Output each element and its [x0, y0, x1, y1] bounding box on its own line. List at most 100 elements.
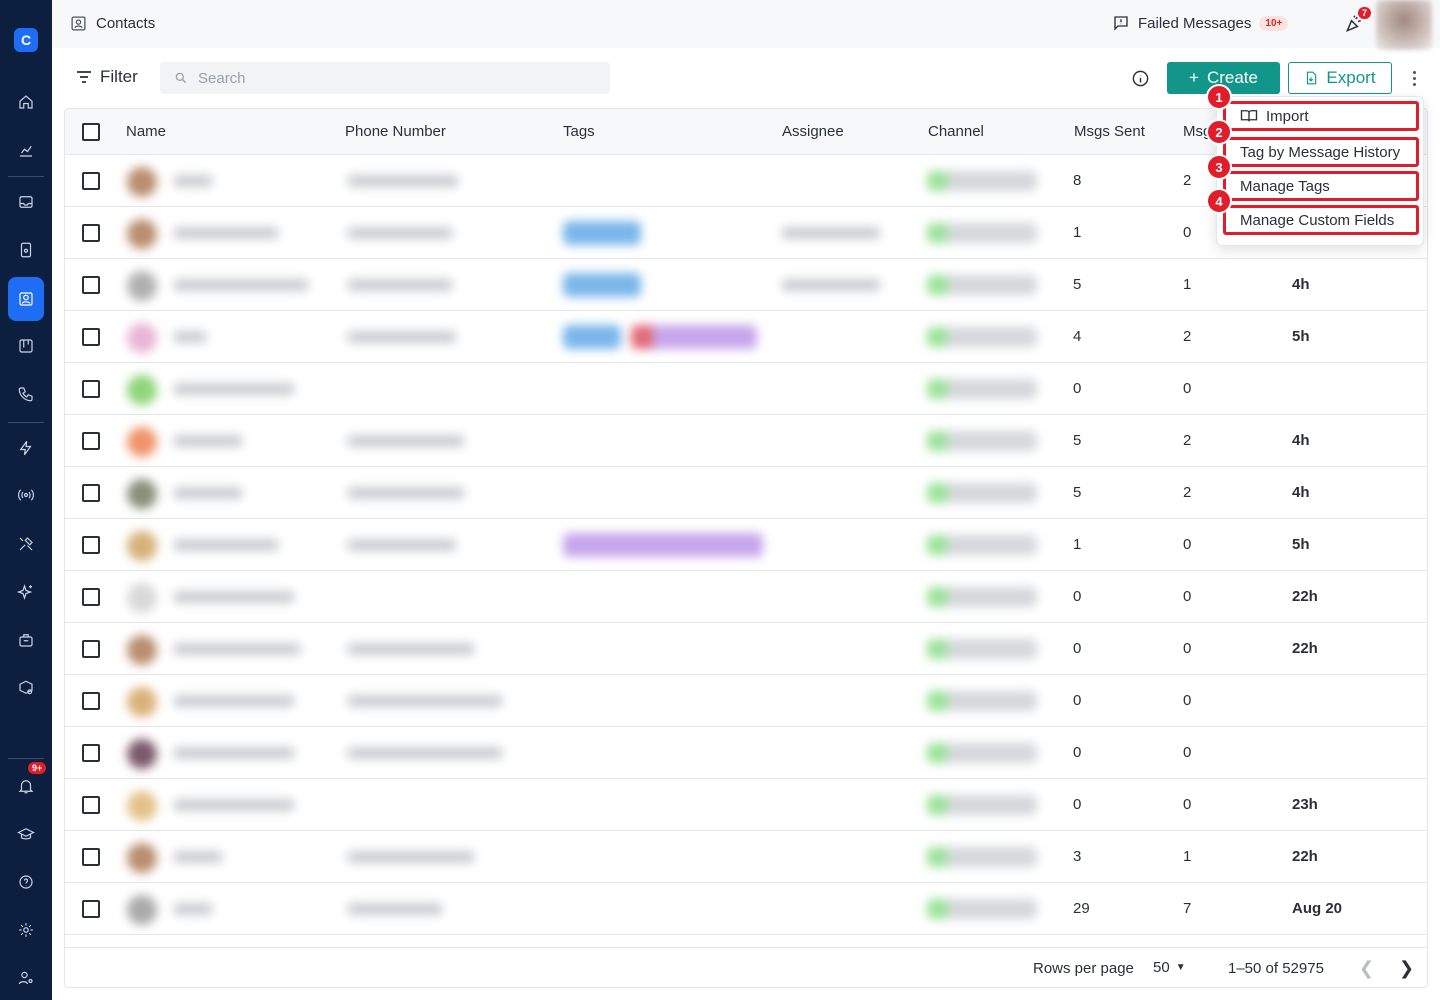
msgs-received: 0: [1183, 380, 1192, 397]
row-checkbox[interactable]: [82, 276, 100, 294]
column-header-tags[interactable]: Tags: [563, 123, 595, 140]
search-input[interactable]: [198, 69, 578, 87]
column-header-channel[interactable]: Channel: [928, 123, 984, 140]
avatar: [127, 531, 157, 561]
user-settings-icon[interactable]: [8, 960, 44, 996]
tools-icon[interactable]: [8, 526, 44, 562]
avatar: [127, 687, 157, 717]
last-activity: 5h: [1292, 536, 1310, 553]
row-checkbox[interactable]: [82, 640, 100, 658]
graduation-icon[interactable]: [8, 816, 44, 852]
export-button[interactable]: Export: [1288, 62, 1392, 94]
table-row[interactable]: 5 1 4h: [65, 259, 1427, 311]
annotation-number: 4: [1206, 188, 1232, 214]
table-row[interactable]: 0 0 22h: [65, 623, 1427, 675]
row-checkbox[interactable]: [82, 224, 100, 242]
home-icon[interactable]: [8, 84, 44, 120]
row-checkbox[interactable]: [82, 172, 100, 190]
avatar: [127, 427, 157, 457]
column-header-name[interactable]: Name: [126, 123, 166, 140]
contact-name-redacted: [173, 175, 213, 187]
sparkle-icon[interactable]: [8, 574, 44, 610]
row-checkbox[interactable]: [82, 848, 100, 866]
menu-item-import[interactable]: Import: [1223, 101, 1419, 131]
avatar: [127, 583, 157, 613]
channel-redacted: [927, 899, 1037, 919]
table-row[interactable]: 5 2 4h: [65, 415, 1427, 467]
table-row[interactable]: 0 0: [65, 363, 1427, 415]
phone-icon[interactable]: [8, 376, 44, 412]
help-icon[interactable]: [8, 864, 44, 900]
row-checkbox[interactable]: [82, 796, 100, 814]
row-checkbox[interactable]: [82, 328, 100, 346]
msgs-received: 2: [1183, 328, 1192, 345]
contacts-icon[interactable]: [8, 277, 44, 321]
info-icon[interactable]: [1131, 69, 1150, 88]
last-activity: 4h: [1292, 484, 1310, 501]
menu-item-manage-custom-fields[interactable]: Manage Custom Fields: [1223, 205, 1419, 235]
table-row[interactable]: 3 1 22h: [65, 831, 1427, 883]
row-checkbox[interactable]: [82, 900, 100, 918]
row-checkbox[interactable]: [82, 380, 100, 398]
board-icon[interactable]: [8, 328, 44, 364]
row-checkbox[interactable]: [82, 484, 100, 502]
bell-icon[interactable]: 9+: [8, 762, 47, 804]
msgs-received: 2: [1183, 484, 1192, 501]
phone-redacted: [347, 643, 475, 655]
menu-item-tag-by-message-history[interactable]: Tag by Message History: [1223, 137, 1419, 167]
search-box[interactable]: [160, 62, 610, 94]
msgs-received: 0: [1183, 588, 1192, 605]
msgs-sent: 29: [1073, 900, 1090, 917]
select-all-checkbox[interactable]: [82, 123, 100, 141]
broadcast-icon[interactable]: [8, 477, 44, 513]
row-checkbox[interactable]: [82, 744, 100, 762]
rows-per-page-value: 50: [1153, 959, 1170, 976]
table-row[interactable]: 5 2 4h: [65, 467, 1427, 519]
analytics-icon[interactable]: [8, 132, 44, 168]
table-row[interactable]: 0 0 23h: [65, 779, 1427, 831]
contact-name-redacted: [173, 487, 243, 499]
channel-redacted: [927, 171, 1037, 191]
tag-redacted: [631, 325, 757, 349]
annotation-number: 3: [1206, 154, 1232, 180]
more-options-icon[interactable]: [1406, 66, 1422, 90]
menu-item-manage-tags[interactable]: Manage Tags: [1223, 171, 1419, 201]
settings-icon[interactable]: [8, 912, 44, 948]
row-checkbox[interactable]: [82, 692, 100, 710]
table-row[interactable]: 0 0: [65, 675, 1427, 727]
contact-name-redacted: [173, 851, 223, 863]
msgs-received: 0: [1183, 536, 1192, 553]
package-settings-icon[interactable]: [8, 670, 44, 706]
phone-redacted: [347, 227, 453, 239]
device-icon[interactable]: [8, 232, 44, 268]
inbox-icon[interactable]: [8, 184, 44, 220]
column-header-phone[interactable]: Phone Number: [345, 123, 446, 140]
msgs-sent: 1: [1073, 224, 1082, 241]
table-row[interactable]: 29 7 Aug 20: [65, 883, 1427, 935]
row-checkbox[interactable]: [82, 432, 100, 450]
filter-button[interactable]: Filter: [76, 67, 138, 87]
lightning-icon[interactable]: [8, 430, 44, 466]
phone-redacted: [347, 903, 443, 915]
announcement-badge: 7: [1358, 7, 1372, 19]
column-header-assignee[interactable]: Assignee: [782, 123, 844, 140]
row-checkbox[interactable]: [82, 536, 100, 554]
briefcase-icon[interactable]: [8, 622, 44, 658]
table-row[interactable]: 1 0 5h: [65, 519, 1427, 571]
rows-per-page-select[interactable]: 50 ▼: [1153, 959, 1186, 976]
filter-label: Filter: [100, 67, 138, 86]
failed-messages-link[interactable]: Failed Messages 10+: [1112, 14, 1289, 32]
previous-page-icon[interactable]: ❮: [1359, 958, 1374, 979]
table-row[interactable]: 0 0 22h: [65, 571, 1427, 623]
column-header-msgs-sent[interactable]: Msgs Sent: [1074, 123, 1145, 140]
contact-name-redacted: [173, 435, 243, 447]
menu-item-label: Tag by Message History: [1240, 143, 1401, 161]
table-row[interactable]: 0 0: [65, 727, 1427, 779]
table-row[interactable]: 4 2 5h: [65, 311, 1427, 363]
user-avatar[interactable]: [1376, 0, 1432, 50]
row-checkbox[interactable]: [82, 588, 100, 606]
msgs-sent: 4: [1073, 328, 1082, 345]
next-page-icon[interactable]: ❯: [1399, 958, 1414, 979]
app-logo[interactable]: C: [14, 28, 38, 52]
msgs-received: 0: [1183, 640, 1192, 657]
